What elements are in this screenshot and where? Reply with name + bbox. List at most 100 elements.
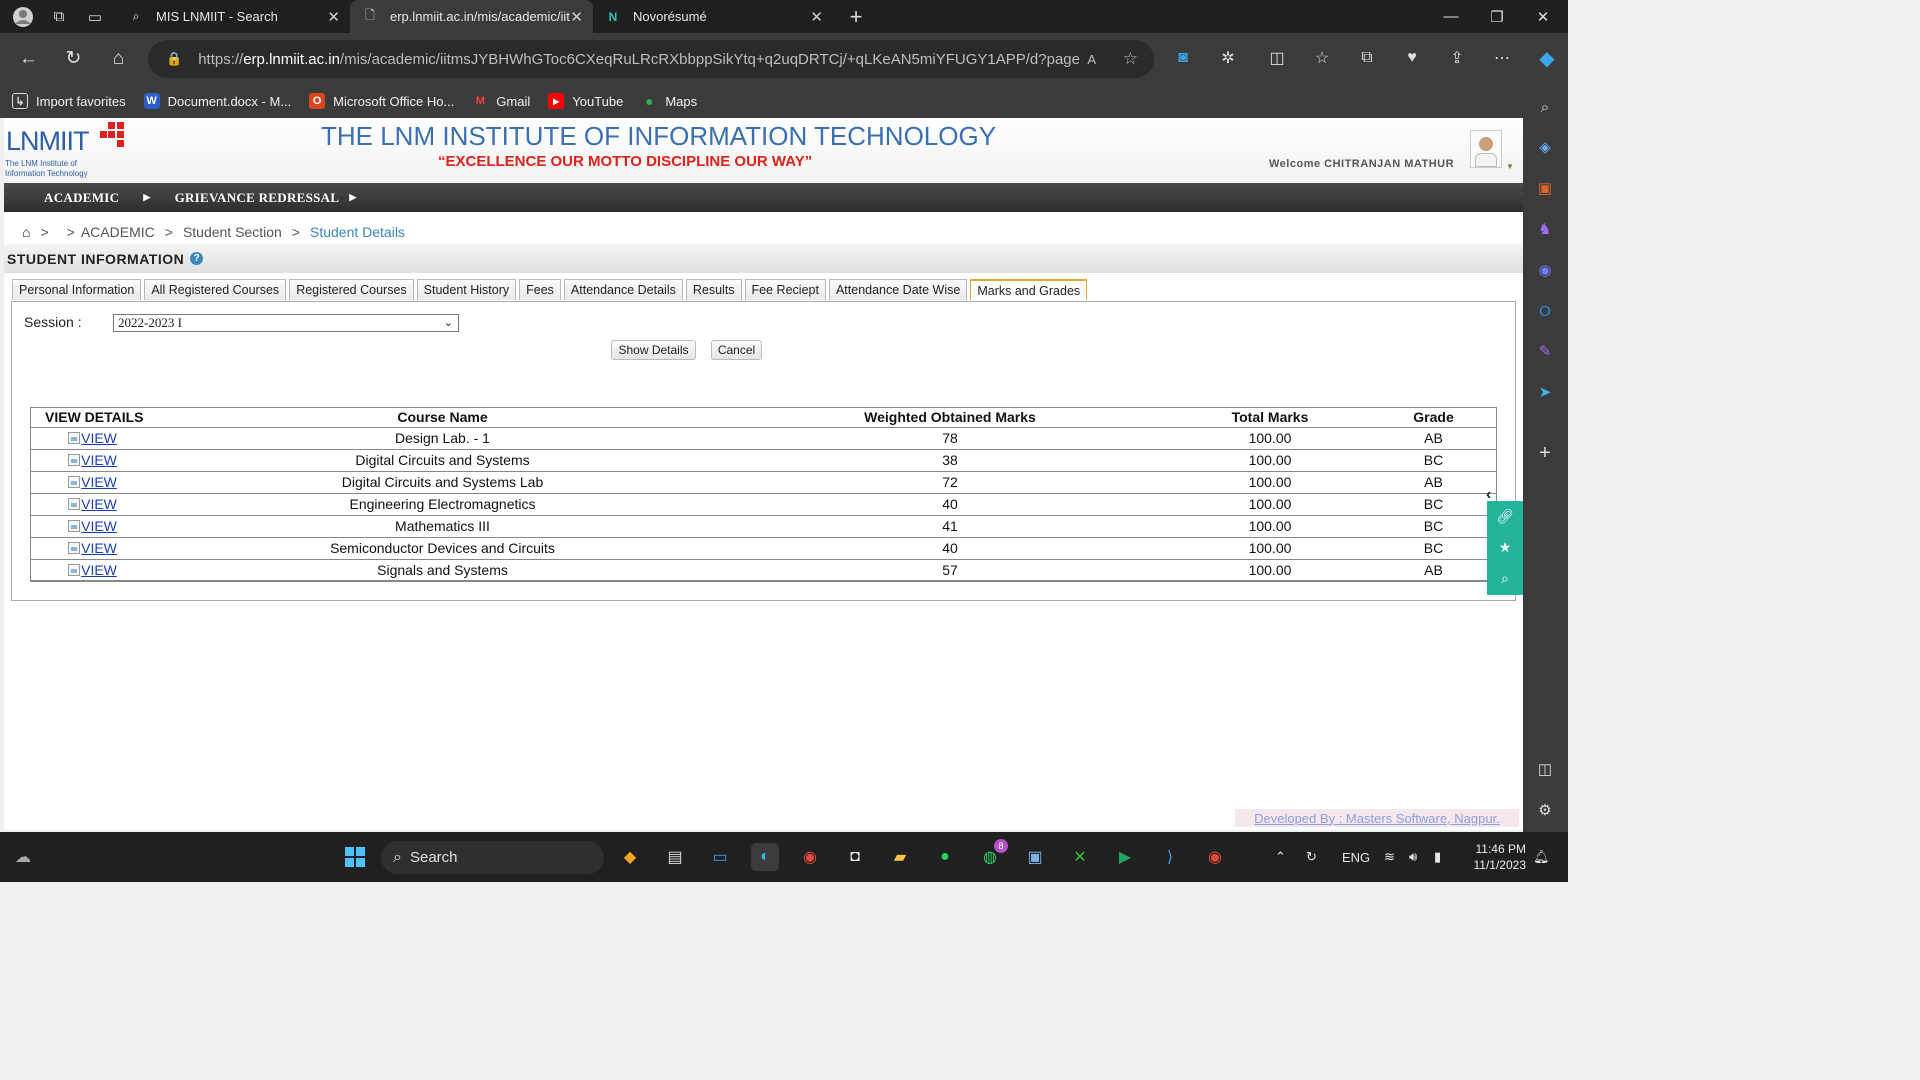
copilot-taskbar-icon[interactable]: ◆	[616, 843, 644, 871]
bookmark-youtube[interactable]: ▶ YouTube	[548, 93, 623, 109]
search-icon[interactable]: ⌕	[1534, 96, 1556, 118]
view-link[interactable]: VIEW	[68, 474, 117, 490]
volume-icon[interactable]: 🔊︎	[1409, 832, 1417, 882]
extensions-icon[interactable]: ✲	[1216, 46, 1240, 70]
designer-icon[interactable]: ✎	[1534, 340, 1556, 362]
tab-actions-icon[interactable]: ▭	[82, 4, 108, 30]
edge-icon[interactable]: ◐	[751, 843, 779, 871]
home-icon[interactable]: ⌂	[96, 41, 141, 77]
settings-icon[interactable]: ⚙	[1534, 799, 1556, 821]
photos-icon[interactable]: ▣	[1021, 843, 1049, 871]
tab-personal-information[interactable]: Personal Information	[12, 279, 142, 300]
menu-academic[interactable]: ACADEMIC ▶	[44, 190, 151, 206]
maximize-icon[interactable]: ❐	[1474, 0, 1520, 33]
taskbar-search[interactable]: ⌕ Search	[381, 841, 604, 874]
view-link[interactable]: VIEW	[68, 496, 117, 512]
star-icon[interactable]: ★	[1487, 532, 1523, 563]
weather-icon[interactable]: ☁	[9, 843, 37, 871]
link-icon[interactable]: 🔗︎	[1487, 501, 1523, 532]
wifi-icon[interactable]: ≋	[1384, 832, 1395, 882]
tab-fee-reciept[interactable]: Fee Reciept	[744, 279, 826, 300]
menu-grievance[interactable]: GRIEVANCE REDRESSAL ▶	[175, 190, 357, 206]
copilot-app-icon[interactable]: ◉	[1534, 259, 1556, 281]
minimize-icon[interactable]: —	[1428, 0, 1474, 33]
browser-essentials-icon[interactable]: ♥	[1400, 46, 1424, 70]
close-window-icon[interactable]: ✕	[1520, 0, 1566, 33]
share-icon[interactable]: ⇪	[1445, 46, 1469, 70]
search-icon[interactable]: ⌕	[1487, 563, 1523, 594]
tab-attendance-date-wise[interactable]: Attendance Date Wise	[828, 279, 968, 300]
whatsapp-icon[interactable]: ◍ 8	[976, 839, 1008, 871]
bookmark-document[interactable]: W Document.docx - M...	[143, 93, 291, 109]
read-aloud-icon[interactable]: A	[1087, 52, 1096, 67]
file-explorer-icon[interactable]: ▰	[886, 843, 914, 871]
language-indicator[interactable]: ENG	[1342, 832, 1370, 882]
task-view-icon[interactable]: ▤	[661, 843, 689, 871]
tab-all-registered-courses[interactable]: All Registered Courses	[144, 279, 287, 300]
chevron-down-icon[interactable]: ▼	[1506, 162, 1514, 171]
close-icon[interactable]: ✕	[570, 8, 583, 26]
hide-sidebar-icon[interactable]: ◫	[1534, 758, 1556, 780]
send-icon[interactable]: ➤	[1534, 381, 1556, 403]
camera-icon[interactable]: ◘	[841, 843, 869, 871]
show-details-button[interactable]: Show Details	[611, 340, 696, 360]
sync-icon[interactable]: ↻	[1306, 832, 1317, 882]
avatar[interactable]	[1470, 130, 1502, 168]
vscode-icon[interactable]: ⟩	[1156, 843, 1184, 871]
session-select[interactable]: 2022-2023 I ⌄	[113, 314, 459, 332]
collections-icon[interactable]: ⧉	[1355, 46, 1379, 70]
add-icon[interactable]: +	[1534, 442, 1556, 464]
battery-icon[interactable]: ▮	[1434, 832, 1441, 882]
xbox-icon[interactable]: ✕	[1066, 843, 1094, 871]
view-link[interactable]: VIEW	[68, 430, 117, 446]
bookmark-maps[interactable]: ● Maps	[641, 93, 697, 109]
bookmark-office[interactable]: O Microsoft Office Ho...	[309, 93, 454, 109]
breadcrumb-student-section[interactable]: Student Section	[183, 224, 282, 240]
notification-bell-icon[interactable]: 🔔︎	[1533, 832, 1550, 882]
developed-by-link[interactable]: Developed By : Masters Software, Nagpur.	[1235, 809, 1519, 827]
tab-results[interactable]: Results	[685, 279, 742, 300]
tab-registered-courses[interactable]: Registered Courses	[289, 279, 414, 300]
copilot-icon[interactable]: ◆	[1535, 46, 1559, 70]
breadcrumb-student-details[interactable]: Student Details	[310, 224, 405, 240]
view-link[interactable]: VIEW	[68, 540, 117, 556]
back-icon[interactable]: ←	[6, 41, 51, 77]
profile-icon[interactable]	[10, 4, 36, 30]
view-link[interactable]: VIEW	[68, 562, 117, 578]
view-link[interactable]: VIEW	[68, 518, 117, 534]
view-link[interactable]: VIEW	[68, 452, 117, 468]
cancel-button[interactable]: Cancel	[711, 340, 762, 360]
tab-erp-active[interactable]: 🗋 erp.lnmiit.ac.in/mis/academic/iitm ✕	[350, 0, 593, 33]
home-icon[interactable]: ⌂	[22, 224, 30, 240]
tray-chevron-icon[interactable]: ⌃	[1275, 832, 1286, 882]
tab-fees[interactable]: Fees	[519, 279, 561, 300]
help-icon[interactable]: ?	[190, 252, 204, 265]
tab-marks-and-grades[interactable]: Marks and Grades	[970, 279, 1088, 300]
address-bar[interactable]: 🔒 https://erp.lnmiit.ac.in/mis/academic/…	[148, 40, 1154, 78]
more-icon[interactable]: ⋯	[1490, 46, 1514, 70]
windows-start-icon[interactable]	[341, 843, 369, 871]
games-icon[interactable]: ♞	[1534, 218, 1556, 240]
chrome-icon[interactable]: ◉	[796, 843, 824, 871]
clock[interactable]: 11:46 PM 11/1/2023	[1466, 841, 1527, 873]
breadcrumb-academic[interactable]: ACADEMIC	[81, 224, 155, 240]
tab-attendance-details[interactable]: Attendance Details	[563, 279, 683, 300]
tab-mis-search[interactable]: ⌕ MIS LNMIIT - Search ✕	[116, 0, 350, 33]
tools-icon[interactable]: ▣	[1534, 177, 1556, 199]
refresh-icon[interactable]: ↻	[51, 41, 96, 77]
tab-novoresume[interactable]: N Novorésumé ✕	[593, 0, 833, 33]
favorites-icon[interactable]: ☆	[1310, 46, 1334, 70]
chrome-profile-icon[interactable]: ◉	[1201, 843, 1229, 871]
favorite-star-icon[interactable]: ☆	[1123, 49, 1138, 69]
bookmark-gmail[interactable]: M Gmail	[472, 93, 531, 109]
tab-student-history[interactable]: Student History	[416, 279, 517, 300]
bookmark-import-favorites[interactable]: ↳ Import favorites	[12, 93, 126, 109]
desktop-icon[interactable]: ▭	[706, 843, 734, 871]
new-tab-icon[interactable]: +	[843, 4, 869, 30]
spotify-icon[interactable]: ●	[931, 843, 959, 871]
close-icon[interactable]: ✕	[327, 8, 340, 26]
shopping-tag-icon[interactable]: ◈	[1534, 136, 1556, 158]
workspaces-icon[interactable]: ⧉	[46, 4, 72, 30]
extension-icon[interactable]: ◙	[1171, 46, 1195, 70]
close-icon[interactable]: ✕	[810, 8, 823, 26]
